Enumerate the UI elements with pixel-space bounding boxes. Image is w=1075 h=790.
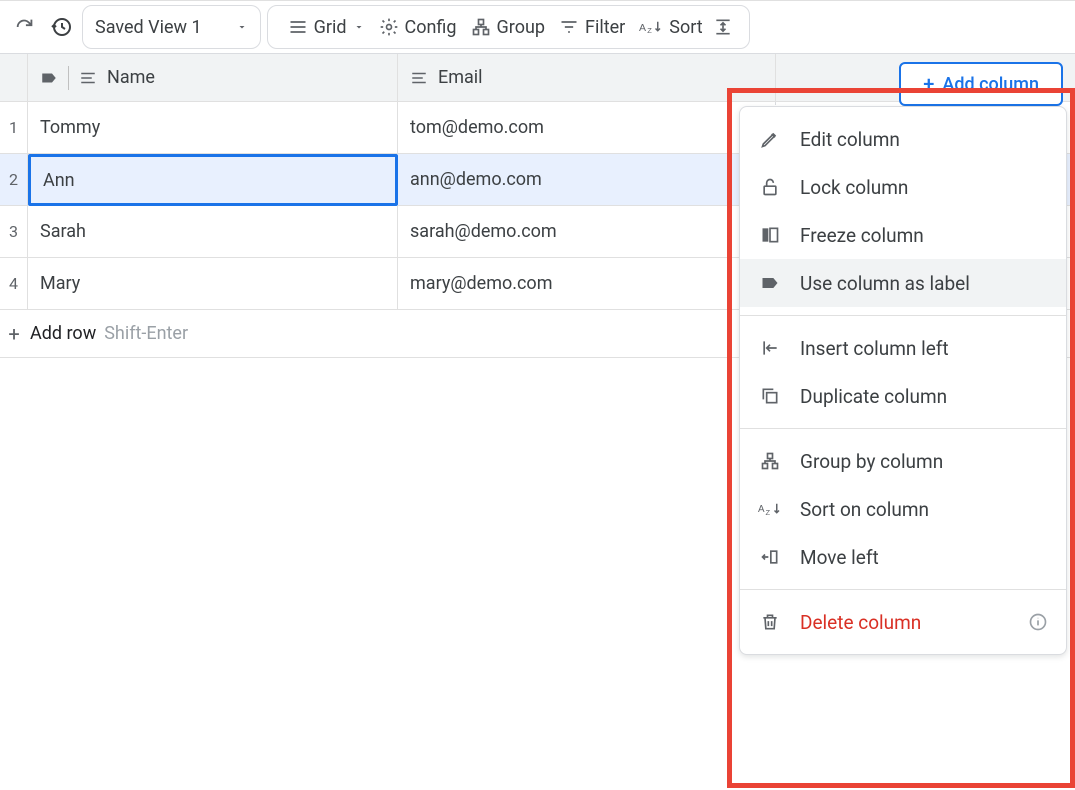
ctx-sort-on[interactable]: AZ Sort on column [740,485,1066,533]
saved-view-dropdown[interactable]: Saved View 1 [82,5,261,49]
ctx-edit-column[interactable]: Edit column [740,115,1066,163]
ctx-label: Freeze column [800,224,924,247]
add-column-button[interactable]: + Add column [899,62,1063,106]
ctx-label: Edit column [800,128,900,151]
rownum-header [0,54,28,102]
svg-text:A: A [758,504,765,515]
menu-separator [740,428,1066,429]
column-header-email[interactable]: Email [398,54,776,102]
filter-button[interactable]: Filter [553,15,631,40]
grid-lines-icon [288,17,308,37]
cell-name[interactable]: Ann [28,154,398,206]
cell-name[interactable]: Tommy [28,102,398,154]
ctx-insert-left[interactable]: Insert column left [740,324,1066,372]
ctx-label: Duplicate column [800,385,947,408]
saved-view-label: Saved View 1 [95,17,202,38]
filter-label: Filter [585,17,625,38]
config-button[interactable]: Config [373,15,463,40]
ctx-group-by[interactable]: Group by column [740,437,1066,485]
pencil-icon [760,129,780,149]
ctx-freeze-column[interactable]: Freeze column [740,211,1066,259]
cell-name[interactable]: Mary [28,258,398,310]
row-number[interactable]: 3 [0,206,28,258]
plus-icon: + [923,72,934,96]
svg-text:Z: Z [766,508,771,517]
filter-icon [559,17,579,37]
view-options-group: Grid Config Group Filter AZ Sort [267,5,750,49]
sort-az-icon: AZ [639,19,663,35]
trash-icon [760,612,780,632]
ctx-label: Sort on column [800,498,929,521]
config-label: Config [405,17,457,38]
caret-down-icon [236,21,248,33]
cell-email[interactable]: sarah@demo.com [398,206,776,258]
ctx-label: Group by column [800,450,943,473]
group-button[interactable]: Group [465,15,551,40]
sort-button[interactable]: AZ Sort [633,15,708,40]
lock-icon [760,177,780,197]
ctx-delete-column[interactable]: Delete column [740,598,1066,646]
ctx-label: Lock column [800,176,908,199]
label-tag-icon [40,69,58,87]
ctx-label: Move left [800,546,879,569]
add-row-label: Add row [30,323,96,344]
cell-email[interactable]: ann@demo.com [398,154,776,206]
column-context-menu: Edit column Lock column Freeze column Us… [739,106,1067,655]
duplicate-icon [760,386,780,406]
ctx-label: Delete column [800,611,921,634]
column-header-name[interactable]: Name [28,54,398,102]
group-icon [471,17,491,37]
text-lines-icon [410,69,428,87]
ctx-label: Insert column left [800,337,949,360]
label-tag-icon [760,273,780,293]
ctx-lock-column[interactable]: Lock column [740,163,1066,211]
freeze-icon [760,225,780,245]
insert-left-icon [760,338,780,358]
menu-separator [740,589,1066,590]
history-icon [49,15,73,39]
cell-email[interactable]: mary@demo.com [398,258,776,310]
ctx-use-as-label[interactable]: Use column as label [740,259,1066,307]
ctx-move-left[interactable]: Move left [740,533,1066,581]
layout-label: Grid [314,17,347,38]
text-lines-icon [79,69,97,87]
cell-email[interactable]: tom@demo.com [398,102,776,154]
add-row-shortcut: Shift-Enter [104,323,188,344]
ctx-duplicate-column[interactable]: Duplicate column [740,372,1066,420]
layout-dropdown[interactable]: Grid [282,15,371,40]
move-left-icon [760,547,780,567]
row-number[interactable]: 2 [0,154,28,206]
column-name-label: Name [107,67,155,88]
svg-text:Z: Z [648,26,653,35]
cell-name[interactable]: Sarah [28,206,398,258]
plus-icon: + [6,322,22,346]
row-number[interactable]: 1 [0,102,28,154]
ctx-label: Use column as label [800,272,970,295]
row-number[interactable]: 4 [0,258,28,310]
gear-icon [379,17,399,37]
menu-separator [740,315,1066,316]
redo-button[interactable] [10,12,40,42]
svg-text:A: A [639,22,646,34]
toolbar: Saved View 1 Grid Config Group Filter AZ… [0,0,1075,54]
add-column-label: Add column [942,74,1039,95]
row-height-icon [713,17,733,37]
caret-down-icon [353,21,365,33]
redo-icon [14,16,36,38]
group-icon [760,451,780,471]
sort-az-icon: AZ [758,500,782,518]
row-height-button[interactable] [711,15,735,39]
sort-label: Sort [669,17,702,38]
column-email-label: Email [438,67,483,88]
group-label: Group [497,17,545,38]
info-icon[interactable] [1028,612,1048,632]
history-button[interactable] [46,12,76,42]
